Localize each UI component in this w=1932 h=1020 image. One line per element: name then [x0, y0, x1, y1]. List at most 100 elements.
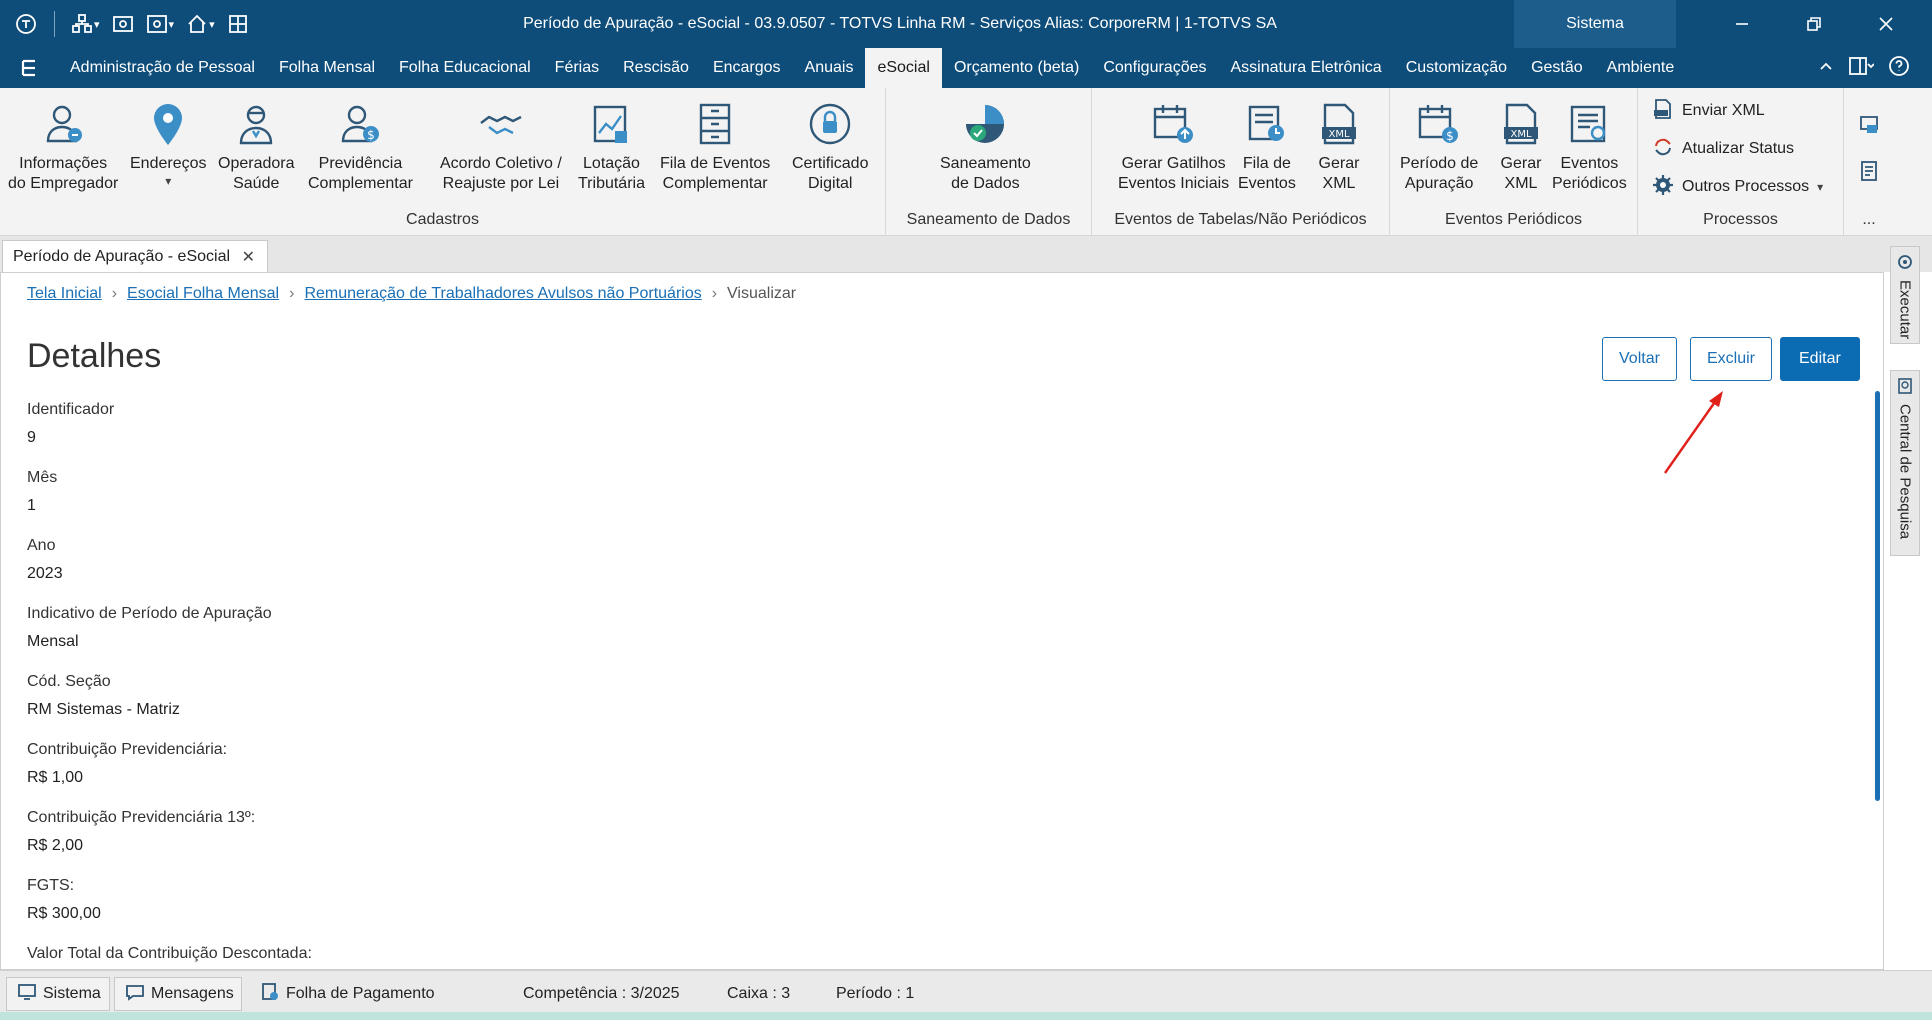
document-tab[interactable]: Período de Apuração - eSocial ✕: [2, 240, 268, 272]
window-title: Período de Apuração - eSocial - 03.9.050…: [523, 15, 1277, 32]
home-icon[interactable]: ▾: [182, 8, 219, 40]
content-panel: Tela Inicial › Esocial Folha Mensal › Re…: [0, 272, 1884, 970]
grid-icon[interactable]: [223, 8, 253, 40]
voltar-button[interactable]: Voltar: [1602, 337, 1677, 381]
restore-button[interactable]: [1778, 0, 1850, 48]
field-fgts: FGTS: R$ 300,00: [27, 877, 101, 922]
details-fields: Identificador 9 Mês 1 Ano 2023 Indicativ…: [27, 397, 827, 969]
search-doc-icon: [1896, 377, 1914, 400]
menu-ferias[interactable]: Férias: [543, 48, 611, 88]
ribbon: Informações do Empregador Endereços ▾ Op…: [0, 88, 1932, 236]
svg-text:$: $: [368, 128, 376, 142]
document-list-icon[interactable]: [1858, 160, 1880, 187]
minimize-button[interactable]: [1706, 0, 1778, 48]
report-search-icon: [1564, 98, 1614, 150]
layout-icon[interactable]: [1848, 56, 1875, 81]
view-icon[interactable]: [108, 8, 138, 40]
menu-ambiente[interactable]: Ambiente: [1595, 48, 1687, 88]
eventos-periodicos-button[interactable]: Eventos Periódicos: [1552, 98, 1627, 194]
acordo-coletivo-button[interactable]: Acordo Coletivo / Reajuste por Lei: [440, 98, 562, 194]
certificado-digital-button[interactable]: Certificado Digital: [792, 98, 868, 194]
menu-customizacao[interactable]: Customização: [1394, 48, 1519, 88]
enderecos-button[interactable]: Endereços ▾: [130, 98, 207, 188]
app-logo-icon[interactable]: [10, 8, 42, 40]
previdencia-complementar-button[interactable]: $ Previdência Complementar: [308, 98, 413, 194]
gerar-xml-periodicos-button[interactable]: XML Gerar XML: [1496, 98, 1546, 194]
gerar-gatilhos-button[interactable]: Gerar Gatilhos Eventos Iniciais: [1118, 98, 1229, 194]
status-periodo: Período : 1: [836, 985, 915, 1002]
xml-file-icon: XML: [1496, 98, 1546, 150]
svg-text:XML: XML: [1510, 129, 1531, 140]
fila-eventos-button[interactable]: Fila de Eventos: [1238, 98, 1296, 194]
breadcrumb-separator: ›: [289, 285, 295, 302]
gear-icon: [1652, 174, 1674, 201]
menu-folha-mensal[interactable]: Folha Mensal: [267, 48, 387, 88]
atualizar-status-button[interactable]: Atualizar Status: [1652, 134, 1794, 164]
ribbon-group-eventos-tabelas: Gerar Gatilhos Eventos Iniciais Fila de …: [1092, 88, 1390, 236]
side-tab-central-pesquisa[interactable]: Central de Pesquisa: [1890, 370, 1920, 556]
breadcrumb-tela-inicial[interactable]: Tela Inicial: [27, 285, 102, 303]
menu-esocial[interactable]: eSocial: [865, 48, 942, 88]
periodo-apuracao-button[interactable]: $ Período de Apuração: [1400, 98, 1478, 194]
menu-orcamento[interactable]: Orçamento (beta): [942, 48, 1091, 88]
menu-anuais[interactable]: Anuais: [793, 48, 866, 88]
svg-text:$: $: [1446, 129, 1454, 143]
lock-icon: [805, 98, 855, 150]
doctor-icon: [231, 98, 281, 150]
status-mensagens-button[interactable]: Mensagens: [114, 977, 242, 1011]
side-tab-executar[interactable]: Executar: [1890, 246, 1920, 344]
map-pin-icon: [143, 98, 193, 150]
document-tab-strip: Período de Apuração - eSocial ✕: [0, 236, 1932, 272]
ribbon-group-title: Processos: [1703, 211, 1778, 228]
svg-text:XML: XML: [1328, 129, 1349, 140]
app-menu-icon[interactable]: [18, 57, 40, 84]
excluir-button[interactable]: Excluir: [1690, 337, 1773, 381]
close-tab-icon[interactable]: ✕: [242, 247, 255, 267]
outros-processos-button[interactable]: Outros Processos ▾: [1652, 172, 1823, 202]
gerar-xml-tabelas-button[interactable]: XML Gerar XML: [1314, 98, 1364, 194]
connections-icon[interactable]: ▾: [67, 8, 104, 40]
help-icon[interactable]: [1888, 55, 1910, 82]
breadcrumb-current: Visualizar: [727, 285, 797, 302]
panel-icon[interactable]: [1858, 114, 1880, 141]
field-ano: Ano 2023: [27, 537, 63, 582]
status-sistema-button[interactable]: Sistema: [6, 977, 110, 1011]
send-file-icon: [1652, 98, 1674, 125]
close-button[interactable]: [1850, 0, 1922, 48]
vertical-scrollbar[interactable]: [1875, 391, 1880, 801]
breadcrumb-remuneracao[interactable]: Remuneração de Trabalhadores Avulsos não…: [304, 285, 701, 303]
menu-encargos[interactable]: Encargos: [701, 48, 793, 88]
saneamento-dados-button[interactable]: Saneamento de Dados: [940, 98, 1031, 194]
breadcrumb-esocial-folha-mensal[interactable]: Esocial Folha Mensal: [127, 285, 279, 303]
menu-folha-educacional[interactable]: Folha Educacional: [387, 48, 543, 88]
taskbar-strip: [0, 1012, 1932, 1020]
enviar-xml-button[interactable]: Enviar XML: [1652, 96, 1765, 126]
status-caixa: Caixa : 3: [727, 985, 791, 1002]
quick-access-toolbar: ▾ ▾ ▾: [10, 0, 253, 48]
field-indicativo-periodo: Indicativo de Período de Apuração Mensal: [27, 605, 272, 650]
settings-window-icon[interactable]: ▾: [142, 8, 179, 40]
editar-button[interactable]: Editar: [1780, 337, 1860, 381]
informacoes-empregador-button[interactable]: Informações do Empregador: [8, 98, 118, 194]
menu-configuracoes[interactable]: Configurações: [1091, 48, 1218, 88]
employer-info-icon: [38, 98, 88, 150]
field-mes: Mês 1: [27, 469, 58, 514]
collapse-ribbon-icon[interactable]: [1818, 58, 1834, 79]
menu-items: Administração de Pessoal Folha Mensal Fo…: [58, 48, 1686, 88]
sistema-label[interactable]: Sistema: [1514, 0, 1676, 48]
fila-eventos-complementar-button[interactable]: Fila de Eventos Complementar: [660, 98, 770, 194]
menu-assinatura-eletronica[interactable]: Assinatura Eletrônica: [1219, 48, 1394, 88]
chevron-down-icon: ▾: [165, 174, 172, 188]
payroll-icon: [260, 982, 280, 1007]
ribbon-group-saneamento: Saneamento de Dados Saneamento de Dados: [886, 88, 1092, 236]
ribbon-group-more: ...: [1844, 88, 1894, 236]
operadora-saude-button[interactable]: Operadora Saúde: [218, 98, 295, 194]
field-contribuicao-previdenciaria: Contribuição Previdenciária: R$ 1,00: [27, 741, 228, 786]
separator: [54, 11, 55, 37]
menu-rescisao[interactable]: Rescisão: [611, 48, 701, 88]
menu-gestao[interactable]: Gestão: [1519, 48, 1595, 88]
ribbon-group-title: ...: [1862, 211, 1876, 228]
ribbon-group-title: Eventos Periódicos: [1445, 211, 1582, 228]
lotacao-tributaria-button[interactable]: Lotação Tributária: [578, 98, 645, 194]
menu-administracao-pessoal[interactable]: Administração de Pessoal: [58, 48, 267, 88]
